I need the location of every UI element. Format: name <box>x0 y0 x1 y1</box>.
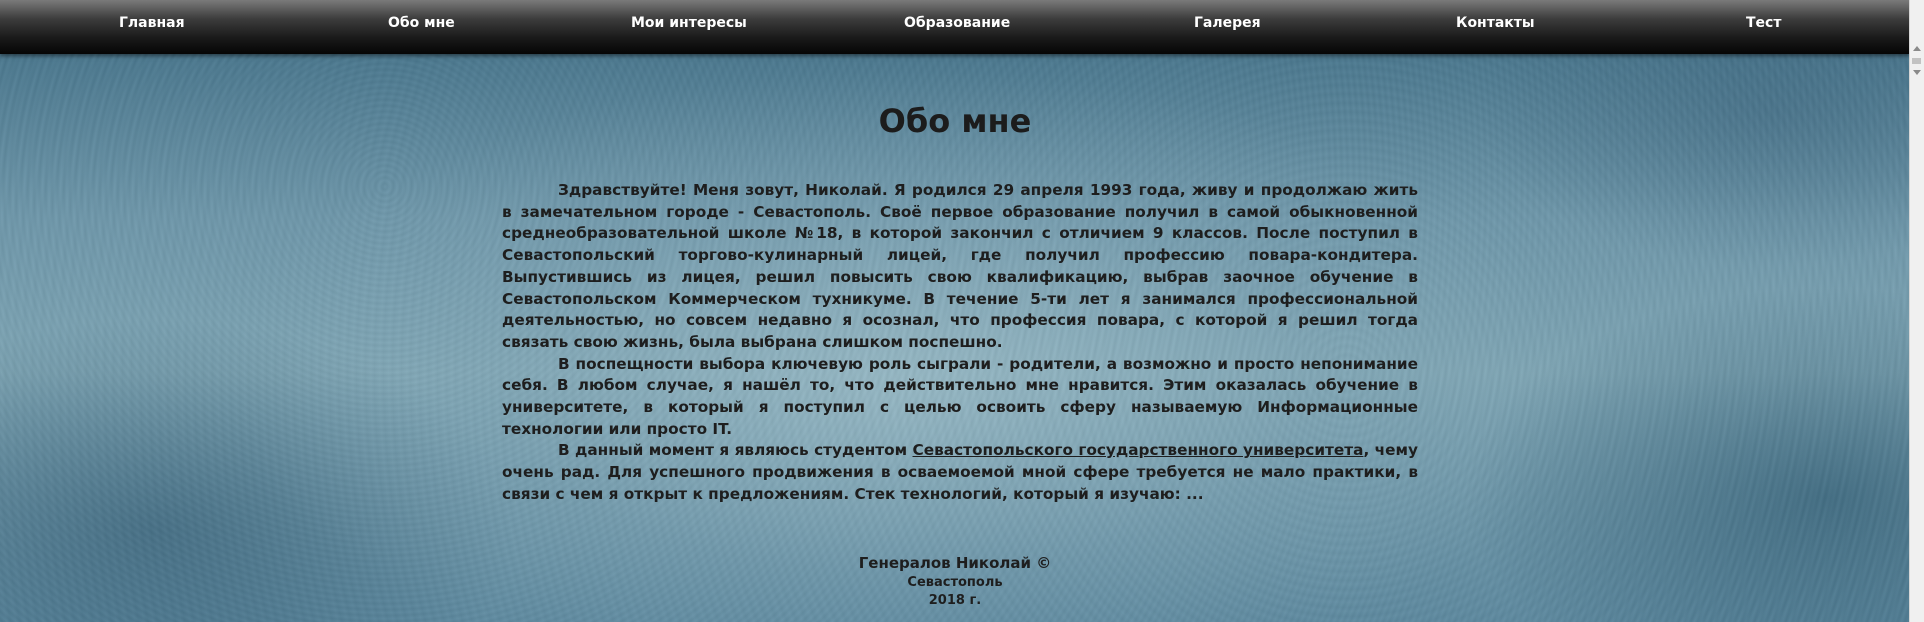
footer-author: Генералов Николай © <box>858 554 1052 572</box>
university-link[interactable]: Севастопольского государственного универ… <box>913 441 1364 459</box>
article-paragraph-2: В поспещности выбора ключевую роль сыгра… <box>502 354 1418 438</box>
article-paragraph-1: Здравствуйте! Меня зовут, Николай. Я род… <box>502 181 1418 351</box>
page-footer: Генералов Николай © Севастополь 2018 г. <box>0 553 1910 610</box>
vertical-scrollbar[interactable] <box>1909 0 1924 622</box>
scroll-down-arrow-icon[interactable] <box>1913 70 1921 75</box>
nav-item-gallery[interactable]: Галерея <box>1194 15 1261 31</box>
footer-city: Севастополь <box>907 575 1003 590</box>
nav-item-education[interactable]: Образование <box>904 15 1010 31</box>
top-navigation-bar: Главная Обо мне Мои интересы Образование… <box>0 0 1910 54</box>
scroll-up-arrow-icon[interactable] <box>1913 46 1921 51</box>
nav-item-about[interactable]: Обо мне <box>388 15 455 31</box>
footer-year: 2018 г. <box>928 593 982 608</box>
article-paragraph-3: В данный момент я являюсь студентом Сева… <box>502 440 1418 505</box>
about-article: Здравствуйте! Меня зовут, Николай. Я род… <box>502 180 1418 506</box>
page-title: Обо мне <box>878 102 1032 140</box>
scrollbar-thumb[interactable] <box>1912 58 1921 64</box>
nav-item-contacts[interactable]: Контакты <box>1456 15 1535 31</box>
nav-item-interests[interactable]: Мои интересы <box>631 15 747 31</box>
nav-item-home[interactable]: Главная <box>119 15 185 31</box>
paragraph-3-intro: В данный момент я являюсь студентом <box>558 441 913 460</box>
nav-item-test[interactable]: Тест <box>1746 15 1781 31</box>
